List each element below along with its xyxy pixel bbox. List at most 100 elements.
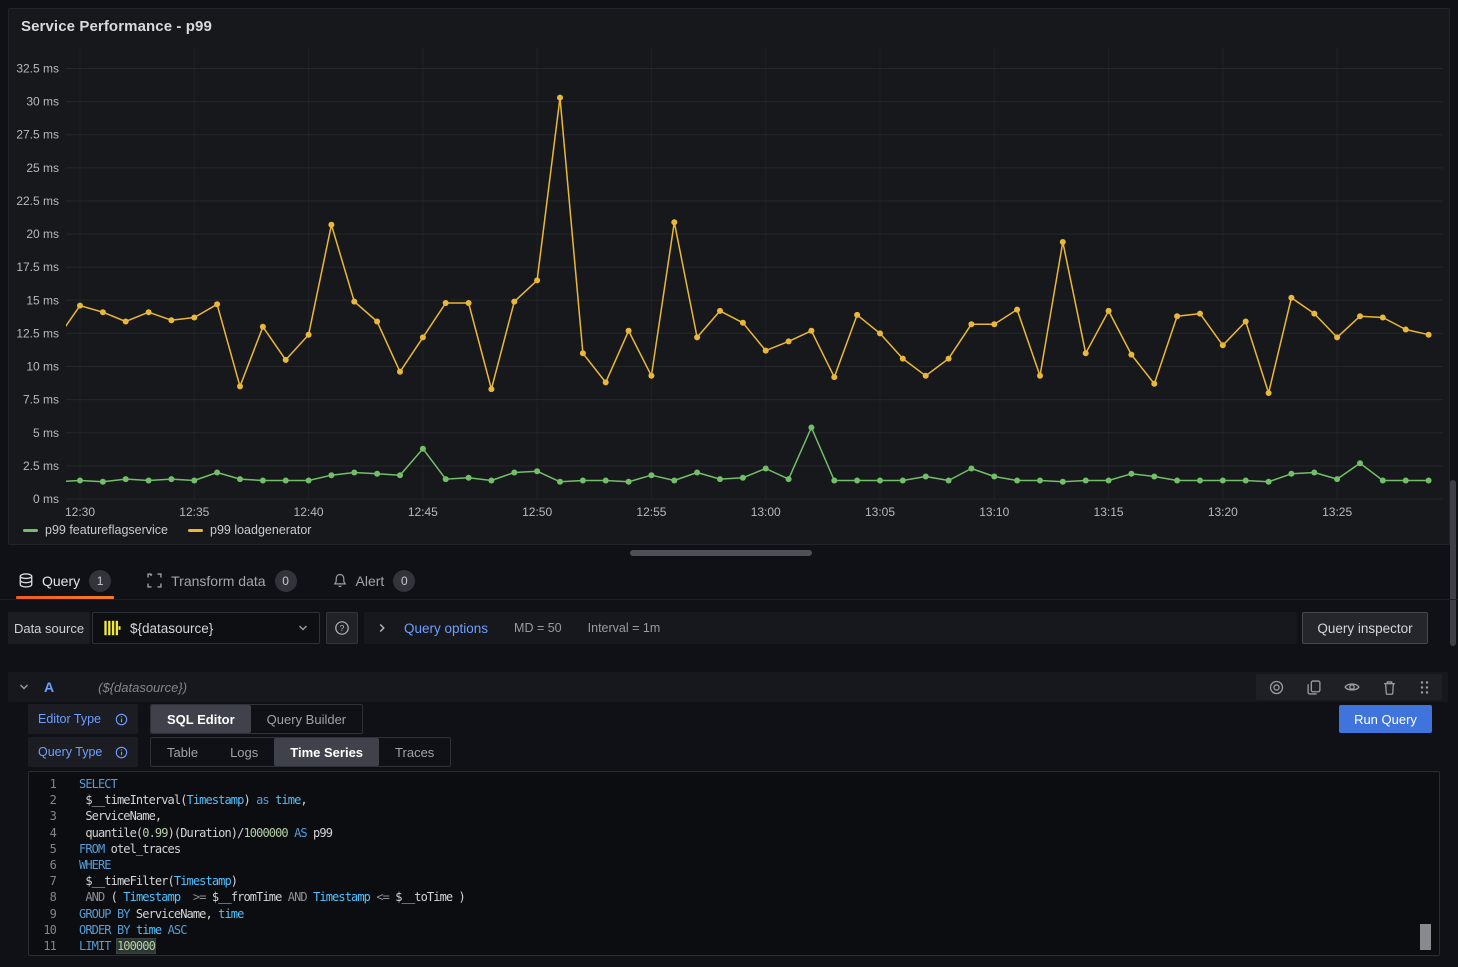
svg-text:12:35: 12:35 [179, 505, 209, 519]
option-query-builder[interactable]: Query Builder [251, 705, 362, 733]
option-table[interactable]: Table [151, 738, 214, 766]
svg-text:22.5 ms: 22.5 ms [16, 194, 59, 208]
query-options-interval: Interval = 1m [588, 621, 661, 635]
line-number: 5 [29, 841, 56, 857]
chevron-down-icon [297, 622, 309, 634]
tab-query[interactable]: Query 1 [16, 562, 114, 599]
query-options-link[interactable]: Query options [404, 621, 488, 636]
svg-text:12:30: 12:30 [65, 505, 95, 519]
query-inspector-button[interactable]: Query inspector [1302, 612, 1428, 644]
tab-alert[interactable]: Alert 0 [330, 562, 419, 599]
svg-text:13:20: 13:20 [1208, 505, 1238, 519]
editor-type-field: Editor Type [28, 704, 138, 734]
line-number: 3 [29, 808, 56, 824]
line-number: 8 [29, 889, 56, 905]
svg-text:7.5 ms: 7.5 ms [23, 393, 59, 407]
option-time-series[interactable]: Time Series [274, 738, 379, 766]
code-line-6[interactable]: 6WHERE [29, 857, 1439, 873]
tab-count-badge: 0 [393, 570, 415, 592]
option-logs[interactable]: Logs [214, 738, 274, 766]
chart-legend: p99 featureflagservice p99 loadgenerator [23, 523, 311, 537]
svg-text:0 ms: 0 ms [33, 492, 59, 506]
collapse-chevron-icon[interactable] [18, 681, 30, 693]
svg-text:25 ms: 25 ms [26, 161, 59, 175]
svg-text:12:45: 12:45 [408, 505, 438, 519]
legend-color-swatch [23, 529, 38, 532]
editor-type-label: Editor Type [38, 712, 101, 726]
query-options-bar[interactable]: Query options MD = 50 Interval = 1m [364, 612, 1297, 644]
chart-gridlines [66, 47, 1443, 499]
code-line-11[interactable]: 11LIMIT 100000 [29, 938, 1439, 954]
code-line-10[interactable]: 10ORDER BY time ASC [29, 922, 1439, 938]
datasource-help-button[interactable]: ? [326, 612, 358, 644]
bell-icon [333, 573, 347, 588]
svg-text:10 ms: 10 ms [26, 360, 59, 374]
code-line-8[interactable]: 8 AND ( Timestamp >= $__fromTime AND Tim… [29, 889, 1439, 905]
code-line-4[interactable]: 4 quantile(0.99)(Duration)/1000000 AS p9… [29, 825, 1439, 841]
svg-text:13:10: 13:10 [979, 505, 1009, 519]
query-type-field: Query Type [28, 737, 138, 767]
query-actions [1256, 674, 1442, 700]
line-number: 11 [29, 938, 56, 954]
x-axis-labels: 12:3012:3512:4012:4512:5012:5513:0013:05… [65, 505, 1352, 519]
code-line-5[interactable]: 5FROM otel_traces [29, 841, 1439, 857]
horizontal-scrollbar-thumb[interactable] [630, 550, 812, 556]
disable-query-icon[interactable] [1269, 680, 1284, 695]
timeseries-chart[interactable]: 0 ms2.5 ms5 ms7.5 ms10 ms12.5 ms15 ms17.… [9, 9, 1451, 546]
tab-transform-data[interactable]: Transform data 0 [144, 562, 299, 599]
info-circle-icon[interactable] [115, 746, 128, 759]
tab-label: Transform data [171, 573, 265, 589]
editor-tabs-bar: Query 1 Transform data 0 Alert 0 [0, 562, 1458, 600]
svg-text:30 ms: 30 ms [26, 95, 59, 109]
line-number: 4 [29, 825, 56, 841]
query-options-md: MD = 50 [514, 621, 562, 635]
datasource-select-value: ${datasource} [130, 621, 288, 636]
line-number: 2 [29, 792, 56, 808]
query-type-label: Query Type [38, 745, 102, 759]
legend-item-loadgenerator[interactable]: p99 loadgenerator [188, 523, 311, 537]
query-row-header[interactable]: A (${datasource}) [8, 672, 1448, 702]
tab-label: Query [42, 573, 80, 589]
option-traces[interactable]: Traces [379, 738, 450, 766]
svg-text:15 ms: 15 ms [26, 293, 59, 307]
y-axis-labels: 0 ms2.5 ms5 ms7.5 ms10 ms12.5 ms15 ms17.… [16, 62, 59, 506]
timeseries-panel: 0 ms2.5 ms5 ms7.5 ms10 ms12.5 ms15 ms17.… [8, 8, 1450, 545]
datasource-label: Data source [8, 612, 90, 644]
svg-text:12.5 ms: 12.5 ms [16, 326, 59, 340]
line-number: 9 [29, 906, 56, 922]
code-line-1[interactable]: 1SELECT [29, 776, 1439, 792]
database-icon [19, 573, 33, 589]
line-number: 10 [29, 922, 56, 938]
svg-text:17.5 ms: 17.5 ms [16, 260, 59, 274]
option-sql-editor[interactable]: SQL Editor [151, 705, 251, 733]
code-line-2[interactable]: 2 $__timeInterval(Timestamp) as time, [29, 792, 1439, 808]
svg-text:20 ms: 20 ms [26, 227, 59, 241]
svg-text:?: ? [340, 623, 345, 633]
tab-count-badge: 1 [89, 570, 111, 592]
series-p99-featureflagservice [54, 425, 1432, 485]
code-line-7[interactable]: 7 $__timeFilter(Timestamp) [29, 873, 1439, 889]
code-line-9[interactable]: 9GROUP BY ServiceName, time [29, 906, 1439, 922]
line-number: 6 [29, 857, 56, 873]
svg-text:32.5 ms: 32.5 ms [16, 62, 59, 76]
query-ref-label[interactable]: A [44, 679, 54, 695]
info-circle-icon[interactable] [115, 713, 128, 726]
query-type-group: TableLogsTime SeriesTraces [150, 737, 451, 767]
drag-handle-icon[interactable] [1419, 680, 1429, 695]
datasource-select[interactable]: ${datasource} [92, 612, 320, 644]
remove-query-trash-icon[interactable] [1383, 680, 1396, 695]
editor-scrollbar-thumb[interactable] [1420, 924, 1431, 950]
tab-label: Alert [356, 573, 385, 589]
sql-code-editor[interactable]: 1SELECT2 $__timeInterval(Timestamp) as t… [28, 771, 1440, 956]
svg-text:5 ms: 5 ms [33, 426, 59, 440]
svg-text:27.5 ms: 27.5 ms [16, 128, 59, 142]
query-datasource-hint: (${datasource}) [98, 680, 187, 695]
duplicate-query-icon[interactable] [1307, 680, 1321, 695]
run-query-button[interactable]: Run Query [1339, 705, 1432, 733]
code-line-3[interactable]: 3 ServiceName, [29, 808, 1439, 824]
legend-label: p99 featureflagservice [45, 523, 168, 537]
hide-response-eye-icon[interactable] [1344, 680, 1360, 694]
transform-icon [147, 573, 162, 588]
legend-item-featureflagservice[interactable]: p99 featureflagservice [23, 523, 168, 537]
editor-type-group: SQL EditorQuery Builder [150, 704, 363, 734]
